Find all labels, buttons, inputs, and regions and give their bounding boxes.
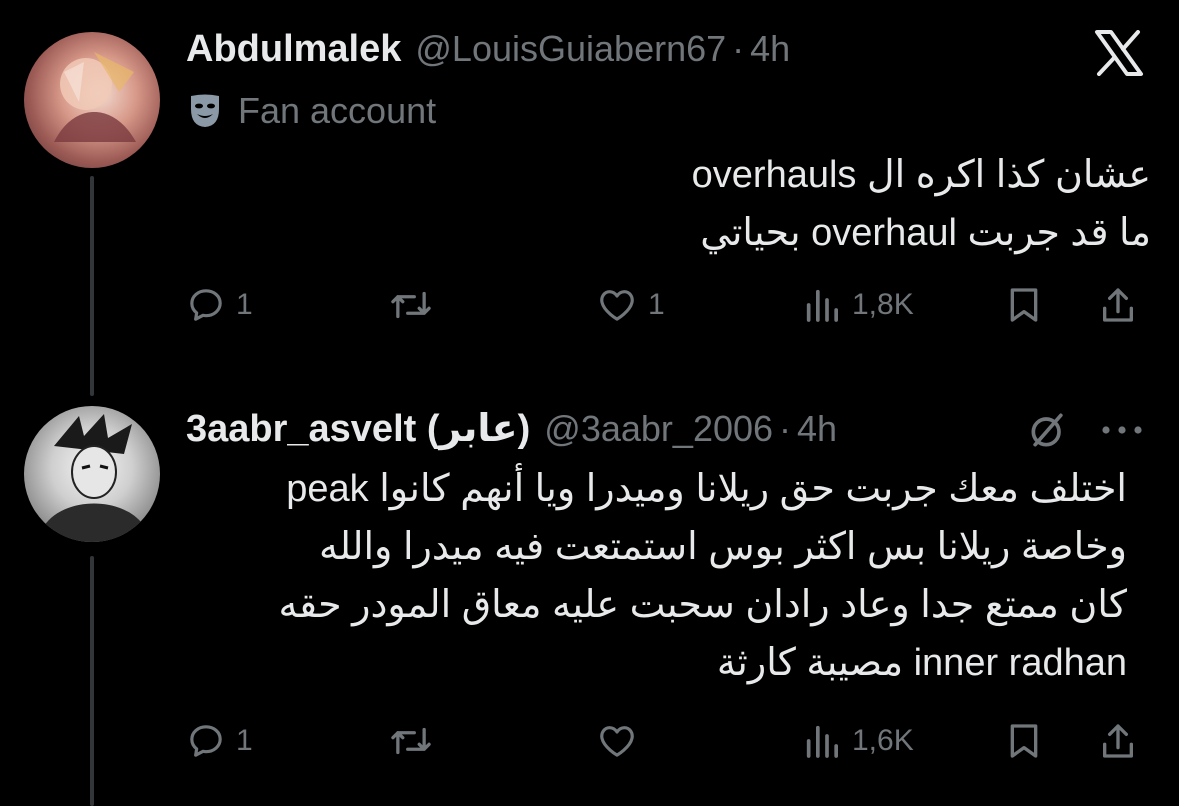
tweet-header: 3aabr_asvelt (عابر) @3aabr_2006 · 4h [186, 406, 837, 451]
like-count: 1 [648, 288, 665, 321]
tweet-text-line: كان ممتع جدا وعاد رادان سحبت عليه معاق ا… [278, 584, 1127, 626]
fan-account-badge: Fan account [188, 86, 436, 136]
bookmark-icon [1010, 724, 1038, 758]
theater-mask-icon [188, 93, 222, 129]
reply-icon [190, 725, 222, 757]
tweet-text: عشان كذا اكره ال overhauls ما قد جربت ov… [191, 146, 1151, 262]
badge-label: Fan account [238, 90, 437, 131]
user-handle[interactable]: @LouisGuiabern67 [415, 28, 726, 70]
timestamp[interactable]: 4h [797, 408, 837, 450]
like-button[interactable] [596, 716, 648, 766]
views-chart-icon [806, 725, 838, 758]
action-bar: 1 1 1,8K [186, 280, 1146, 330]
like-button[interactable]: 1 [596, 280, 665, 330]
timestamp[interactable]: 4h [750, 28, 790, 70]
share-button[interactable] [1098, 716, 1138, 766]
user-handle[interactable]: @3aabr_2006 [544, 408, 773, 450]
x-logo-icon[interactable] [1094, 30, 1144, 76]
share-button[interactable] [1098, 280, 1138, 330]
share-icon [1103, 288, 1133, 322]
display-name[interactable]: Abdulmalek [186, 28, 401, 71]
retweet-icon [391, 727, 431, 755]
retweet-button[interactable] [388, 716, 444, 766]
tweet-text-line: inner radhan مصيبة كارثة [716, 642, 1127, 684]
tweet-text-line: وخاصة ريلانا بس اكثر بوس استمتعت فيه ميد… [318, 526, 1127, 568]
reply-icon [190, 289, 222, 321]
thread-line-1 [90, 176, 94, 396]
retweet-button[interactable] [388, 280, 444, 330]
separator-dot: · [732, 28, 745, 69]
action-bar: 1 1,6K [186, 716, 1146, 766]
reply-count: 1 [236, 724, 253, 757]
avatar-art [44, 414, 144, 542]
retweet-icon [391, 291, 431, 319]
views-button[interactable]: 1,6K [802, 716, 914, 766]
tweet-text-line: ما قد جربت overhaul بحياتي [700, 212, 1151, 254]
views-chart-icon [806, 289, 838, 322]
thread-line-2 [90, 556, 94, 806]
reply-button[interactable]: 1 [186, 716, 253, 766]
avatar-art [54, 52, 136, 142]
tweet-top-actions [1026, 408, 1144, 452]
tweet-text: اختلف معك جربت حق ريلانا وميدرا ويا أنهم… [167, 460, 1127, 692]
tweet-header: Abdulmalek @LouisGuiabern67 · 4h [186, 28, 790, 71]
more-options-icon[interactable] [1100, 424, 1144, 436]
bookmark-button[interactable] [1004, 716, 1044, 766]
tweet-text-line: عشان كذا اكره ال overhauls [691, 154, 1151, 196]
avatar[interactable] [24, 406, 160, 542]
reply-button[interactable]: 1 [186, 280, 253, 330]
heart-icon [600, 290, 634, 321]
separator-dot: · [779, 408, 792, 449]
avatar[interactable] [24, 32, 160, 168]
bookmark-button[interactable] [1004, 280, 1044, 330]
bookmark-icon [1010, 288, 1038, 322]
heart-icon [600, 726, 634, 757]
tweet-text-line: اختلف معك جربت حق ريلانا وميدرا ويا أنهم… [286, 468, 1127, 510]
share-icon [1103, 724, 1133, 758]
views-count: 1,6K [852, 724, 914, 757]
reply-count: 1 [236, 288, 253, 321]
views-count: 1,8K [852, 288, 914, 321]
views-button[interactable]: 1,8K [802, 280, 914, 330]
grok-icon[interactable] [1026, 408, 1070, 452]
display-name[interactable]: 3aabr_asvelt (عابر) [186, 406, 530, 451]
